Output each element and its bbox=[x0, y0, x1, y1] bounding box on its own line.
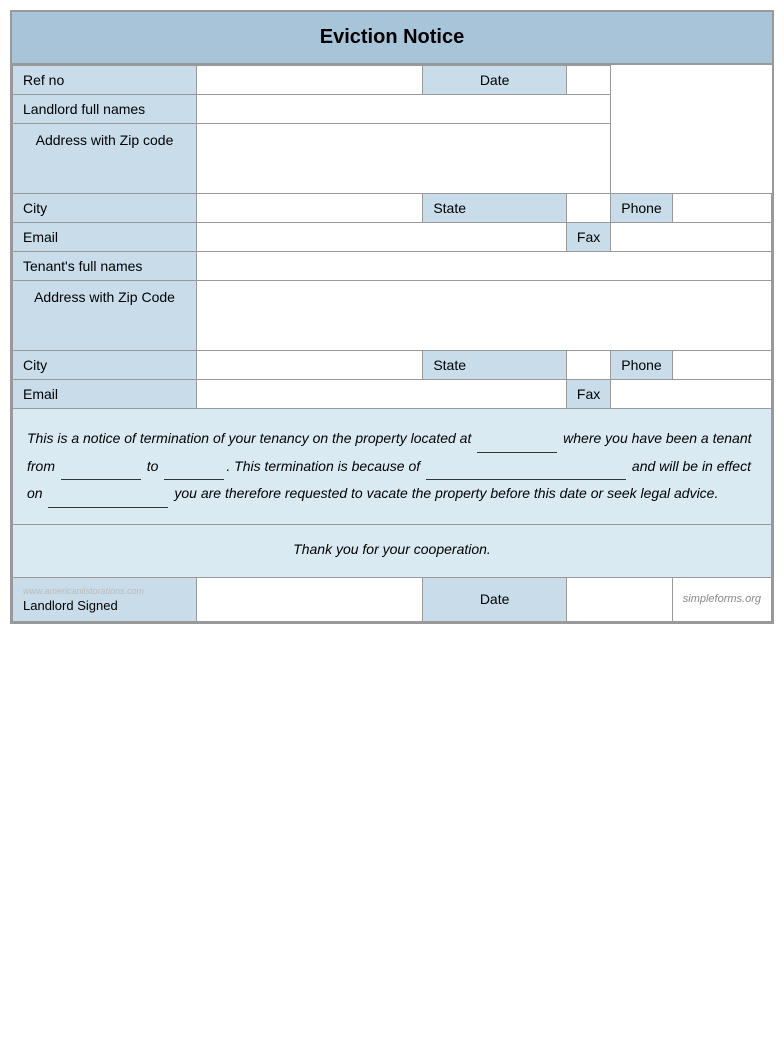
tenant-address-label: Address with Zip Code bbox=[13, 281, 197, 351]
brand-label: simpleforms.org bbox=[672, 577, 771, 621]
tenant-phone-value[interactable] bbox=[672, 351, 771, 380]
tenant-state-label: State bbox=[423, 351, 567, 380]
landlord-city-state-phone-row: City State Phone bbox=[13, 194, 772, 223]
landlord-email-value[interactable] bbox=[197, 223, 567, 252]
ref-no-value[interactable] bbox=[197, 66, 423, 95]
tenant-address-value[interactable] bbox=[197, 281, 772, 351]
date-value[interactable] bbox=[566, 66, 610, 95]
tenant-fax-value[interactable] bbox=[611, 380, 772, 409]
tenant-city-label: City bbox=[13, 351, 197, 380]
landlord-address-label: Address with Zip code bbox=[13, 124, 197, 194]
tenant-full-names-value[interactable] bbox=[197, 252, 772, 281]
landlord-city-label: City bbox=[13, 194, 197, 223]
signature-row: www.americanlistorations.com Landlord Si… bbox=[13, 577, 772, 621]
date-label: Date bbox=[423, 66, 567, 95]
landlord-phone-value[interactable] bbox=[672, 194, 771, 223]
landlord-full-names-label: Landlord full names bbox=[13, 95, 197, 124]
landlord-names-row: Landlord full names bbox=[13, 95, 772, 124]
ref-date-row: Ref no Date bbox=[13, 66, 772, 95]
tenant-email-label: Email bbox=[13, 380, 197, 409]
notice-text-row: This is a notice of termination of your … bbox=[13, 409, 772, 525]
tenant-email-fax-row: Email Fax bbox=[13, 380, 772, 409]
landlord-email-label: Email bbox=[13, 223, 197, 252]
tenant-full-names-label: Tenant's full names bbox=[13, 252, 197, 281]
landlord-signed-value[interactable] bbox=[197, 577, 423, 621]
landlord-phone-label: Phone bbox=[611, 194, 672, 223]
tenant-email-value[interactable] bbox=[197, 380, 567, 409]
thank-you-row: Thank you for your cooperation. bbox=[13, 524, 772, 577]
landlord-email-fax-row: Email Fax bbox=[13, 223, 772, 252]
form-container: Eviction Notice Ref no Date Landlord ful… bbox=[10, 10, 774, 624]
landlord-signed-label: www.americanlistorations.com Landlord Si… bbox=[13, 577, 197, 621]
landlord-state-value[interactable] bbox=[566, 194, 610, 223]
landlord-full-names-value[interactable] bbox=[197, 95, 611, 124]
landlord-fax-label: Fax bbox=[566, 223, 610, 252]
date-label2: Date bbox=[423, 577, 567, 621]
landlord-address-value[interactable] bbox=[197, 124, 611, 194]
date2-value[interactable] bbox=[566, 577, 672, 621]
tenant-address-row: Address with Zip Code bbox=[13, 281, 772, 351]
landlord-address-row: Address with Zip code bbox=[13, 124, 772, 194]
tenant-city-state-phone-row: City State Phone bbox=[13, 351, 772, 380]
thank-you-text: Thank you for your cooperation. bbox=[293, 541, 491, 557]
watermark: www.americanlistorations.com bbox=[23, 586, 186, 596]
thank-you-cell: Thank you for your cooperation. bbox=[13, 524, 772, 577]
landlord-state-label: State bbox=[423, 194, 567, 223]
tenant-fax-label: Fax bbox=[566, 380, 610, 409]
ref-no-label: Ref no bbox=[13, 66, 197, 95]
landlord-city-value[interactable] bbox=[197, 194, 423, 223]
tenant-city-value[interactable] bbox=[197, 351, 423, 380]
tenant-names-row: Tenant's full names bbox=[13, 252, 772, 281]
form-title: Eviction Notice bbox=[12, 12, 772, 65]
landlord-fax-value[interactable] bbox=[611, 223, 772, 252]
notice-text-cell: This is a notice of termination of your … bbox=[13, 409, 772, 525]
tenant-phone-label: Phone bbox=[611, 351, 672, 380]
tenant-state-value[interactable] bbox=[566, 351, 610, 380]
notice-text: This is a notice of termination of your … bbox=[27, 430, 752, 501]
